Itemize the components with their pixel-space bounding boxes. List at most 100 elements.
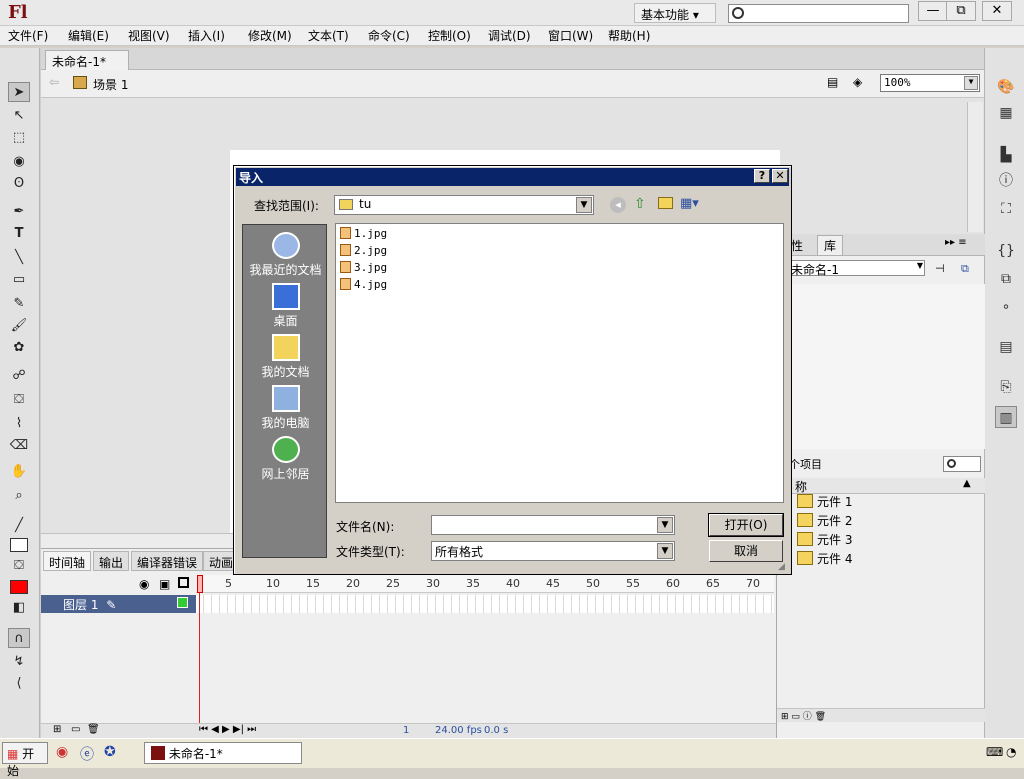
playhead[interactable] [197,575,203,593]
layer-outline-color[interactable] [177,597,188,608]
help-search-input[interactable] [728,4,909,23]
tab-properties[interactable]: 性 [791,237,803,254]
zoom-tool-icon[interactable]: ⌕ [8,486,30,506]
menu-debug[interactable]: 调试(D) [486,27,533,45]
swatches-grid-icon[interactable]: ▦ [995,102,1017,124]
list-item[interactable]: 1.jpg [340,226,387,242]
back-arrow-icon[interactable]: ⇦ [49,75,59,89]
align-icon[interactable]: ▙ [995,144,1017,166]
snap-magnet-icon[interactable]: ∩ [8,628,30,648]
frame-rate[interactable]: 24.00 fps [435,725,482,736]
rectangle-tool-icon[interactable]: ▭ [8,270,30,290]
stroke-color-swatch[interactable] [10,538,28,552]
filetype-select[interactable]: 所有格式 ▼ [431,541,675,561]
zoom-select[interactable]: 100% ▼ [880,74,980,92]
edit-scene-icon[interactable]: ▤ [827,75,838,89]
pen-tool-icon[interactable]: ✒ [8,202,30,222]
fill-color-icon[interactable]: ⛋ [8,556,30,576]
chevron-down-icon[interactable]: ▼ [657,517,673,533]
document-tab[interactable]: 未命名-1* × [45,50,129,84]
pencil-tool-icon[interactable]: ✎ [8,294,30,314]
volume-icon[interactable]: ◔ [1006,745,1016,759]
fill-color-swatch[interactable] [10,580,28,594]
menu-help[interactable]: 帮助(H) [606,27,652,45]
list-item[interactable]: 元件 3 [797,531,852,550]
library-search-input[interactable] [943,456,981,472]
text-tool-icon[interactable]: T [8,224,30,244]
list-item[interactable]: 4.jpg [340,277,387,293]
frame-ruler[interactable]: 1 5 10 15 20 25 30 35 40 45 50 55 60 65 … [196,575,774,593]
current-frame[interactable]: 1 [403,725,409,736]
open-button[interactable]: 打开(O) [708,513,784,537]
frame-grid[interactable] [196,595,774,613]
project-icon[interactable]: ▤ [995,336,1017,358]
lock-icon[interactable]: ▣ [159,577,170,591]
info-icon[interactable]: ⓘ [995,170,1017,192]
menu-commands[interactable]: 命令(C) [366,27,412,45]
new-library-panel-icon[interactable]: ⧉ [961,262,969,276]
code-snippets-icon[interactable]: {} [995,240,1017,262]
up-folder-icon[interactable]: ⇧ [634,196,646,212]
list-item[interactable]: 元件 1 [797,493,852,512]
tab-compiler-errors[interactable]: 编译器错误 [131,551,204,571]
lookin-select[interactable]: tu ▼ [334,195,594,215]
lasso-tool-icon[interactable]: ʘ [8,174,30,194]
color-palette-icon[interactable]: 🎨 [995,76,1017,98]
file-list[interactable]: 1.jpg 2.jpg 3.jpg 4.jpg [335,223,784,503]
paint-bucket-tool-icon[interactable]: ⛋ [8,390,30,410]
view-menu-icon[interactable]: ▦▾ [680,196,699,211]
list-item[interactable]: 元件 2 [797,512,852,531]
minimize-button[interactable]: — [918,1,948,21]
movie-explorer-icon[interactable]: ⎘ [995,376,1017,398]
new-folder-icon[interactable] [658,197,673,209]
desktop-icon[interactable]: ✪ [104,744,116,760]
place-desktop[interactable]: 桌面 [243,280,328,330]
deco-tool-icon[interactable]: ✿ [8,338,30,358]
smooth-icon[interactable]: ↯ [8,652,30,672]
tab-library[interactable]: 库 [817,235,844,256]
sort-icon[interactable]: ▲ [963,478,971,489]
delete-layer-icon[interactable]: 🗑 [87,724,100,735]
eraser-tool-icon[interactable]: ⌫ [8,436,30,456]
menu-edit[interactable]: 编辑(E) [66,27,111,45]
resize-grip-icon[interactable]: ◢ [778,562,785,572]
dialog-close-button[interactable]: ✕ [772,169,788,183]
back-icon[interactable]: ◂ [610,197,626,213]
menu-view[interactable]: 视图(V) [126,27,172,45]
elapsed-time[interactable]: 0.0 s [484,725,508,736]
keyboard-icon[interactable]: ⌨ [986,745,1003,759]
library-tools-icon[interactable]: ⊞ ▭ ⓘ 🗑 [781,709,826,722]
place-my-documents[interactable]: 我的文档 [243,331,328,381]
menu-control[interactable]: 控制(O) [426,27,473,45]
show-hide-eye-icon[interactable]: ◉ [139,577,149,591]
3d-rotation-tool-icon[interactable]: ◉ [8,152,30,172]
menu-insert[interactable]: 插入(I) [186,27,227,45]
place-my-computer[interactable]: 我的电脑 [243,382,328,432]
menu-text[interactable]: 文本(T) [306,27,351,45]
new-layer-icon[interactable]: ⊞ [53,724,61,735]
brush-tool-icon[interactable]: 🖌 [8,316,30,336]
media-player-icon[interactable]: ◉ [56,744,68,760]
swap-colors-icon[interactable]: ◧ [8,598,30,618]
stroke-color-icon[interactable]: ╱ [8,516,30,536]
chevron-down-icon[interactable]: ▼ [964,76,978,90]
subselection-tool-icon[interactable]: ↖ [8,106,30,126]
library-column-header[interactable]: 称 ▲ [777,478,985,494]
outline-toggle-icon[interactable] [178,577,189,588]
ie-icon[interactable]: ⓔ [80,744,94,764]
edit-symbols-icon[interactable]: ◈ [853,75,862,89]
tab-output[interactable]: 输出 [93,551,130,571]
straighten-icon[interactable]: ⟨ [8,674,30,694]
help-button[interactable]: ? [754,169,770,183]
transform-icon[interactable]: ⛶ [995,198,1017,220]
tab-timeline[interactable]: 时间轴 [43,551,92,571]
chevron-down-icon[interactable]: ▼ [657,543,673,559]
filename-input[interactable]: ▼ [431,515,675,535]
menu-window[interactable]: 窗口(W) [546,27,595,45]
stage-vertical-scrollbar[interactable] [967,102,983,232]
close-window-button[interactable]: ✕ [982,1,1012,21]
bone-tool-icon[interactable]: ☍ [8,366,30,386]
motion-presets-icon[interactable]: ∘ [995,296,1017,318]
cancel-button[interactable]: 取消 [709,540,783,562]
components-icon[interactable]: ⧉ [995,268,1017,290]
